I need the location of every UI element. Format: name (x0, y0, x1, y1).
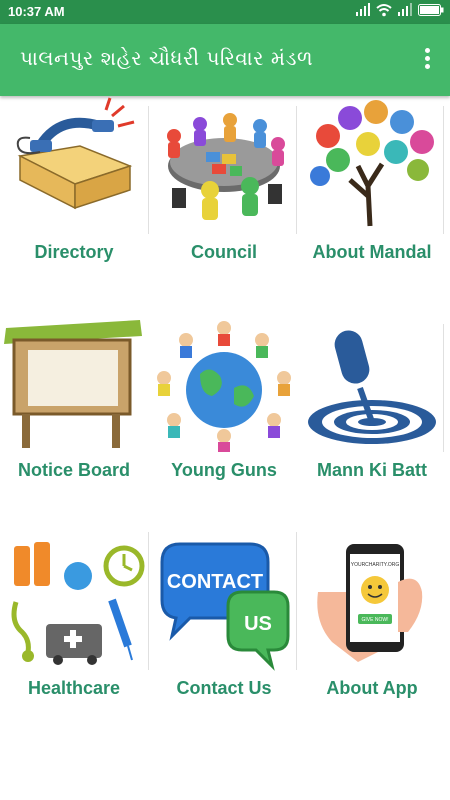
battery-icon (418, 4, 444, 19)
tile-label: Young Guns (171, 460, 277, 480)
contact-bubbles-icon: CONTACT US (150, 532, 298, 672)
status-bar: 10:37 AM (0, 0, 450, 24)
tile-label: Healthcare (27, 678, 121, 698)
meeting-table-icon (150, 96, 298, 236)
tile-label: Contact Us (176, 678, 272, 698)
tile-label: Council (191, 242, 257, 262)
microphone-icon (298, 314, 446, 454)
app-bar: પાલનપુર શહેર ચૌધરી પરિવાર મંડળ (0, 24, 450, 96)
kids-around-globe-icon (150, 314, 298, 454)
healthcare-icon (0, 532, 148, 672)
grid-divider (443, 324, 444, 452)
status-icons (356, 3, 444, 20)
tile-mann-ki-batt[interactable]: Mann Ki Batt (298, 314, 446, 524)
tile-about-app[interactable]: YOURCHARITY.ORG GIVE NOW! About App (298, 532, 446, 742)
phone-site-text: YOURCHARITY.ORG (351, 562, 400, 568)
wifi-icon (376, 3, 392, 20)
tile-label: About Mandal (312, 242, 432, 262)
grid-divider (296, 106, 297, 234)
grid-divider (148, 532, 149, 670)
contact-bubble-text: CONTACT (167, 571, 263, 593)
people-tree-icon (298, 96, 446, 236)
tile-healthcare[interactable]: Healthcare (0, 532, 148, 742)
phone-button-text: GIVE NOW! (362, 617, 389, 623)
notice-board-icon (0, 314, 148, 454)
grid-divider (296, 532, 297, 670)
tile-young-guns[interactable]: Young Guns (150, 314, 298, 524)
tile-council[interactable]: Council (150, 96, 298, 306)
tile-label: Directory (34, 242, 114, 262)
tile-label: Mann Ki Batt (317, 460, 427, 480)
hand-phone-icon: YOURCHARITY.ORG GIVE NOW! (298, 532, 446, 672)
grid-divider (443, 106, 444, 234)
tile-contact-us[interactable]: CONTACT US Contact Us (150, 532, 298, 742)
tile-directory[interactable]: Directory (0, 96, 148, 306)
signal-icon (356, 3, 370, 20)
status-time: 10:37 AM (8, 4, 65, 19)
us-bubble-text: US (244, 613, 272, 635)
tile-label: About App (326, 678, 418, 698)
telephone-book-icon (0, 96, 148, 236)
tile-notice-board[interactable]: Notice Board (0, 314, 148, 524)
tile-about-mandal[interactable]: About Mandal (298, 96, 446, 306)
overflow-menu-icon[interactable] (422, 48, 432, 72)
tile-label: Notice Board (17, 460, 131, 480)
signal-icon-2 (398, 3, 412, 20)
grid-divider (148, 106, 149, 234)
app-title: પાલનપુર શહેર ચૌધરી પરિવાર મંડળ (20, 46, 314, 70)
